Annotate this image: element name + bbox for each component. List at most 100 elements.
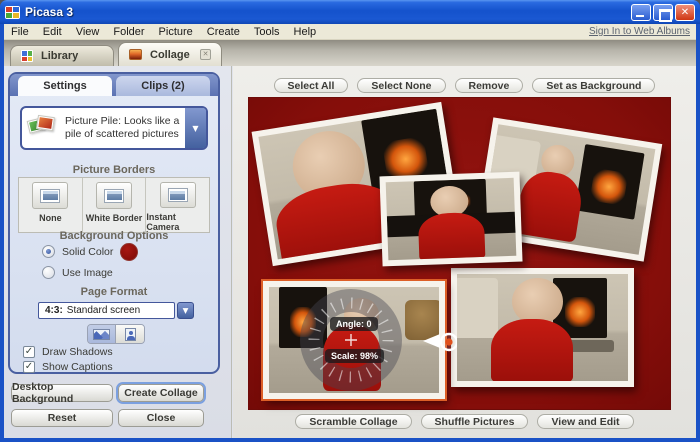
tab-collage-label: Collage [150,49,190,61]
rotation-handle-dot[interactable] [445,338,452,345]
picture-pile-icon [25,113,59,143]
page-format-ratio: 4:3: [45,305,63,316]
sign-in-link[interactable]: Sign In to Web Albums [589,26,690,37]
tab-close-icon[interactable]: ✕ [200,49,211,60]
select-none-button[interactable]: Select None [357,78,445,93]
drag-arrow-icon [423,334,440,348]
content-area: Settings Clips (2) Picture Pile: Looks l… [4,66,696,438]
shuffle-pictures-button[interactable]: Shuffle Pictures [421,414,529,429]
draw-shadows-checkbox[interactable]: ✓ [23,346,35,358]
radio-row-solid-color[interactable]: Solid Color [42,245,113,258]
tab-strip: Library Collage ✕ [4,40,696,66]
menu-folder[interactable]: Folder [106,24,151,40]
landscape-orientation-button[interactable] [88,325,116,343]
border-option-instant[interactable]: Instant Camera [145,178,209,232]
menu-edit[interactable]: Edit [36,24,69,40]
collage-photo-2[interactable] [379,172,522,267]
menu-file[interactable]: File [4,24,36,40]
view-and-edit-button[interactable]: View and Edit [537,414,633,429]
picasa-window: Picasa 3 ✕ File Edit View Folder Picture… [0,0,700,442]
sofa-shape [457,278,498,338]
menu-view[interactable]: View [69,24,107,40]
rotation-dial [285,275,457,405]
tab-library-label: Library [41,50,78,62]
chevron-down-icon[interactable]: ▼ [177,302,194,319]
menu-help[interactable]: Help [287,24,324,40]
menu-bar: File Edit View Folder Picture Create Too… [4,24,696,40]
border-option-none[interactable]: None [19,178,82,232]
menu-create[interactable]: Create [200,24,247,40]
red-coat-shape [491,319,573,381]
draw-shadows-row[interactable]: ✓ Draw Shadows [23,346,113,358]
radio-row-use-image[interactable]: Use Image [42,266,113,279]
collage-type-value: Picture Pile: Looks like a pile of scatt… [59,115,185,141]
window-title: Picasa 3 [25,5,73,19]
tab-settings[interactable]: Settings [18,76,112,96]
set-as-background-button[interactable]: Set as Background [532,78,655,93]
page-format-dropdown[interactable]: 4:3: Standard screen [38,302,175,319]
landscape-icon [93,329,110,340]
orientation-toggle [87,324,145,344]
draw-shadows-label: Draw Shadows [42,346,113,358]
photo-2-image [386,178,517,260]
show-captions-row[interactable]: ✓ Show Captions [23,361,113,373]
scale-readout: Scale: 98% [325,349,384,363]
tab-collage[interactable]: Collage ✕ [118,42,222,66]
maximize-button[interactable] [653,4,673,21]
page-format-name: Standard screen [67,305,140,316]
border-instant-label: Instant Camera [146,212,209,232]
use-image-label: Use Image [62,267,113,279]
sidebar: Settings Clips (2) Picture Pile: Looks l… [4,66,232,438]
background-options-title: Background Options [10,230,218,242]
border-white-label: White Border [86,213,143,223]
portrait-orientation-button[interactable] [116,325,144,343]
page-format-row: 4:3: Standard screen ▼ [38,302,194,319]
close-window-button[interactable]: ✕ [675,4,695,21]
border-option-white[interactable]: White Border [82,178,146,232]
show-captions-label: Show Captions [42,361,113,373]
collage-action-toolbar: Scramble Collage Shuffle Pictures View a… [233,414,696,429]
select-all-button[interactable]: Select All [274,78,349,93]
tab-clips[interactable]: Clips (2) [116,76,210,96]
use-image-radio[interactable] [42,266,55,279]
picasa-logo-icon [5,6,20,19]
angle-readout: Angle: 0 [330,317,378,331]
selection-toolbar: Select All Select None Remove Set as Bac… [233,78,696,93]
collage-photo-5[interactable] [451,268,634,387]
tab-library[interactable]: Library [10,45,114,66]
photo-5-image [457,274,628,381]
show-captions-checkbox[interactable]: ✓ [23,361,35,373]
border-none-icon[interactable] [32,182,68,209]
solid-color-radio[interactable] [42,245,55,258]
collage-canvas: Angle: 0 Scale: 98% [248,97,671,410]
menu-tools[interactable]: Tools [247,24,287,40]
create-collage-button[interactable]: Create Collage [118,384,204,402]
page-format-title: Page Format [10,286,218,298]
solid-color-label: Solid Color [62,246,113,258]
red-coat-shape [418,212,486,261]
remove-button[interactable]: Remove [455,78,524,93]
scramble-collage-button[interactable]: Scramble Collage [295,414,411,429]
desktop-background-button[interactable]: Desktop Background [11,384,113,402]
portrait-icon [125,328,136,341]
background-color-swatch[interactable] [120,243,138,261]
fireplace-shape [575,144,645,219]
dial-crosshair-icon [345,334,357,346]
border-instant-icon[interactable] [160,182,196,208]
border-none-label: None [39,213,62,223]
menu-picture[interactable]: Picture [152,24,200,40]
collage-workspace: Select All Select None Remove Set as Bac… [233,66,696,438]
close-button[interactable]: Close [118,409,204,427]
chevron-down-icon[interactable]: ▼ [185,108,206,148]
settings-panel: Settings Clips (2) Picture Pile: Looks l… [8,72,220,374]
collage-thumbnail-icon [129,49,142,60]
collage-type-dropdown[interactable]: Picture Pile: Looks like a pile of scatt… [20,106,208,150]
picture-borders-group: None White Border Instant Camera [18,177,210,233]
minimize-button[interactable] [631,4,651,21]
reset-button[interactable]: Reset [11,409,113,427]
border-white-icon[interactable] [96,182,132,209]
library-grid-icon [21,50,33,62]
title-bar[interactable]: Picasa 3 ✕ [0,0,700,24]
window-controls: ✕ [631,4,695,21]
picture-borders-title: Picture Borders [10,164,218,176]
